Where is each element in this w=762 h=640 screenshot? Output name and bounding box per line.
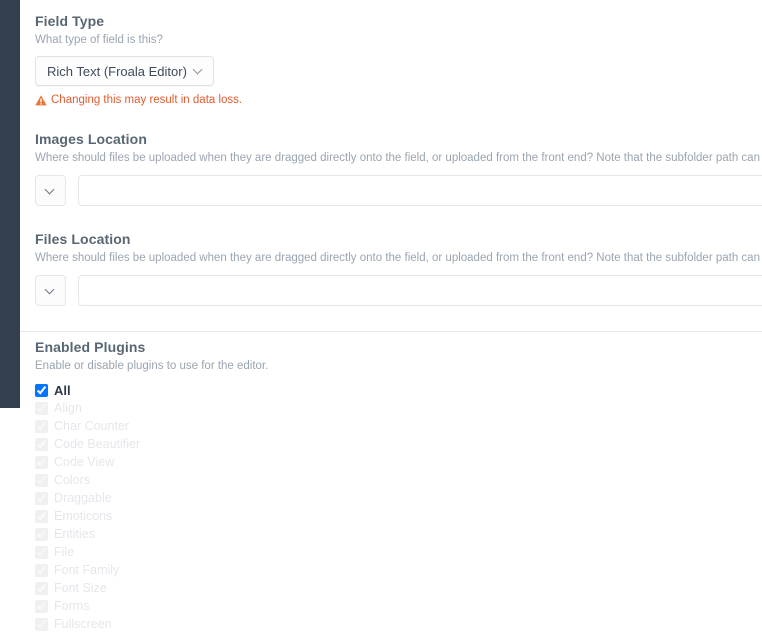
plugin-checkbox: [35, 509, 48, 523]
plugin-checkbox: [35, 473, 48, 487]
plugin-label: Fullscreen: [54, 617, 112, 631]
field-type-select-value: Rich Text (Froala Editor): [47, 63, 187, 79]
enabled-plugins-block: Enabled Plugins Enable or disable plugin…: [20, 339, 762, 633]
plugin-checkbox: [35, 545, 48, 559]
field-type-heading: Field Type: [35, 13, 105, 29]
settings-screen: Field Type What type of field is this? R…: [0, 0, 762, 640]
plugin-checkbox: [35, 527, 48, 541]
section-divider: [20, 331, 762, 332]
warning-triangle-icon: [35, 94, 47, 106]
plugin-item: Code View: [35, 453, 762, 471]
plugin-checkbox: [35, 455, 48, 469]
plugin-label: Char Counter: [54, 419, 130, 433]
chevron-down-icon: [46, 285, 55, 294]
plugin-label: Align: [54, 401, 82, 415]
plugin-label: Draggable: [54, 491, 112, 505]
plugin-item: File: [35, 543, 762, 561]
plugin-label: Colors: [54, 473, 91, 487]
plugin-item: Code Beautifier: [35, 435, 762, 453]
plugin-label: All: [54, 382, 71, 398]
plugin-label: Font Size: [54, 581, 107, 595]
images-location-subfolder-input[interactable]: [78, 175, 762, 206]
plugin-checkbox[interactable]: [35, 383, 48, 397]
settings-content: Field Type What type of field is this? R…: [20, 0, 762, 640]
plugin-item: Colors: [35, 471, 762, 489]
field-type-block: Field Type What type of field is this? R…: [20, 0, 762, 106]
images-location-row: [35, 175, 762, 206]
files-location-row: [35, 275, 762, 306]
files-location-block: Files Location Where should files be upl…: [20, 231, 762, 306]
field-type-warning-text: Changing this may result in data loss.: [51, 94, 243, 106]
plugin-checkbox: [35, 491, 48, 505]
plugin-checkbox: [35, 599, 48, 613]
plugin-item: Font Size: [35, 579, 762, 597]
plugin-checkbox: [35, 581, 48, 595]
plugin-item: Font Family: [35, 561, 762, 579]
chevron-down-icon: [194, 65, 203, 74]
files-location-heading: Files Location: [35, 231, 131, 247]
plugin-label: Entities: [54, 527, 95, 541]
field-type-instructions: What type of field is this?: [35, 34, 163, 46]
files-location-volume-select[interactable]: [35, 275, 66, 306]
images-location-instructions: Where should files be uploaded when they…: [35, 152, 762, 164]
plugin-checkbox: [35, 563, 48, 577]
plugin-item: Forms: [35, 597, 762, 615]
files-location-instructions: Where should files be uploaded when they…: [35, 252, 762, 264]
plugin-item: Fullscreen: [35, 615, 762, 633]
plugin-item: Align: [35, 399, 762, 417]
field-type-select[interactable]: Rich Text (Froala Editor): [35, 56, 214, 86]
chevron-down-icon: [46, 185, 55, 194]
sidebar-rail: [0, 0, 20, 408]
field-type-warning: Changing this may result in data loss.: [35, 94, 762, 106]
plugin-item: Draggable: [35, 489, 762, 507]
plugin-item[interactable]: All: [35, 381, 762, 399]
plugin-checkbox: [35, 401, 48, 415]
plugin-checkbox: [35, 419, 48, 433]
plugin-item: Emoticons: [35, 507, 762, 525]
plugin-label: File: [54, 545, 75, 559]
images-location-heading: Images Location: [35, 131, 147, 147]
files-location-subfolder-input[interactable]: [78, 275, 762, 306]
images-location-volume-select[interactable]: [35, 175, 66, 206]
plugins-checkbox-list: All Align Char Counter Code Beautifier Code …: [35, 381, 762, 633]
plugin-label: Code Beautifier: [54, 437, 141, 451]
plugin-label: Emoticons: [54, 509, 113, 523]
plugin-label: Forms: [54, 599, 90, 613]
plugin-checkbox: [35, 437, 48, 451]
plugin-label: Code View: [54, 455, 115, 469]
plugin-label: Font Family: [54, 563, 120, 577]
enabled-plugins-heading: Enabled Plugins: [35, 339, 146, 355]
images-location-block: Images Location Where should files be up…: [20, 131, 762, 206]
plugin-checkbox: [35, 617, 48, 631]
plugin-item: Entities: [35, 525, 762, 543]
plugin-item: Char Counter: [35, 417, 762, 435]
enabled-plugins-instructions: Enable or disable plugins to use for the…: [35, 360, 269, 372]
